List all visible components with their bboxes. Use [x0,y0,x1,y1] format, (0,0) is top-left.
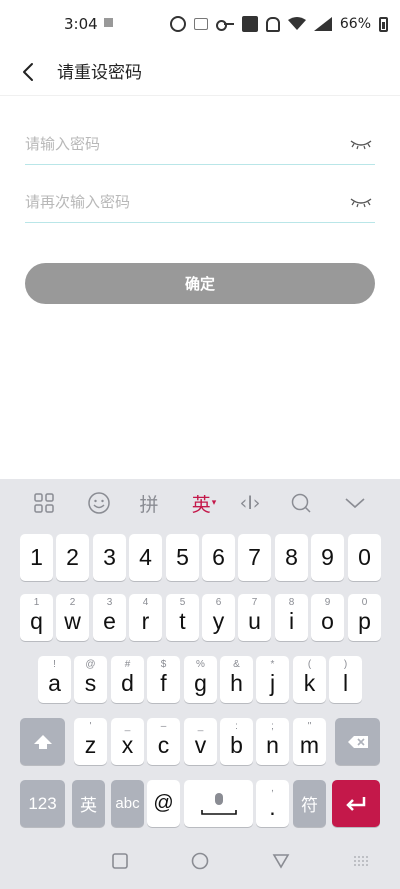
keyboard-toolbar: 拼 英 ▾ ‹I› [0,479,400,527]
keyboard-switch-icon[interactable] [352,851,372,871]
key-z[interactable]: ' z [74,718,107,765]
back-button[interactable] [12,54,48,90]
key-a[interactable]: ! a [38,656,71,703]
eye-closed-icon[interactable] [349,137,373,151]
password-input[interactable] [25,125,335,163]
key-w[interactable]: 2w [56,594,89,641]
eye-closed-icon[interactable] [349,195,373,209]
key-4[interactable]: 4 [129,534,162,581]
system-nav-bar [0,837,400,889]
key-7[interactable]: 7 [238,534,271,581]
key-t[interactable]: 5t [166,594,199,641]
recent-apps-icon[interactable] [110,851,130,871]
symbols-key[interactable]: 符 [293,780,326,827]
alarm-icon [169,16,186,32]
key-1[interactable]: 1 [20,534,53,581]
key-period[interactable]: ,. [256,780,289,827]
key-k[interactable]: (k [293,656,326,703]
wifi-icon [287,17,306,30]
triangle-down-icon: ▾ [211,498,217,508]
key-d[interactable]: # d [111,656,144,703]
confirm-button[interactable]: 确定 [25,263,375,304]
delete-key[interactable] [335,718,380,765]
key-5[interactable]: 5 [166,534,199,581]
status-bar: 3:04 66% [0,0,400,48]
home-icon[interactable] [190,851,210,871]
chevron-down-icon[interactable] [338,487,372,519]
key-3[interactable]: 3 [93,534,126,581]
sim-icon [193,18,208,30]
status-icons: 66% [169,13,388,35]
key-8[interactable]: 8 [275,534,308,581]
volte-icon [241,16,258,32]
mute-icon [265,16,280,32]
emoji-icon[interactable] [82,487,116,519]
key-v[interactable]: _ v [184,718,217,765]
english-mode[interactable]: 英 ▾ [186,487,222,519]
key-o[interactable]: 9o [311,594,344,641]
key-6[interactable]: 6 [202,534,235,581]
search-icon[interactable] [284,487,318,519]
page-title: 请重设密码 [57,63,142,83]
key-m[interactable]: " m [293,718,326,765]
key-q[interactable]: 1q [20,594,53,641]
microphone-icon [200,792,237,815]
chevron-left-icon [23,63,33,81]
key-f[interactable]: $ f [147,656,180,703]
language-key[interactable]: 英 [72,780,105,827]
grid-icon[interactable] [27,487,61,519]
shift-key[interactable] [20,718,65,765]
soft-keyboard: 拼 英 ▾ ‹I› 1 2 3 4 5 6 7 8 9 0 1q 2w 3e 4r… [0,479,400,889]
key-y[interactable]: 6y [202,594,235,641]
key-icon [215,19,234,31]
key-l[interactable]: ) l [329,656,362,703]
key-0[interactable]: 0 [348,534,381,581]
key-r[interactable]: 4r [129,594,162,641]
key-g[interactable]: % g [184,656,217,703]
key-2[interactable]: 2 [56,534,89,581]
key-s[interactable]: @ s [74,656,107,703]
shift-icon [33,734,52,749]
english-mode-label: 英 [191,493,211,516]
numbers-key[interactable]: 123 [20,780,65,827]
space-key[interactable] [184,780,253,827]
key-i[interactable]: 8i [275,594,308,641]
signal-icon [313,17,332,31]
battery-icon [379,16,388,32]
key-at[interactable]: @ [147,780,180,827]
key-u[interactable]: 7u [238,594,271,641]
confirm-password-field [25,183,375,223]
back-nav-icon[interactable] [271,851,291,871]
confirm-password-input[interactable] [25,183,335,221]
key-p[interactable]: 0p [348,594,381,641]
enter-key[interactable] [332,780,380,827]
pinyin-mode[interactable]: 拼 [132,487,166,519]
key-c[interactable]: – c [147,718,180,765]
battery-percent: 66% [339,16,371,32]
notification-icon [104,18,113,27]
key-h[interactable]: & h [220,656,253,703]
key-e[interactable]: 3e [93,594,126,641]
header: 请重设密码 [0,48,400,96]
abc-key[interactable]: abc [111,780,144,827]
key-x[interactable]: _ x [111,718,144,765]
backspace-icon [347,735,368,748]
status-time: 3:04 [64,15,98,33]
key-n[interactable]: ; n [256,718,289,765]
key-b[interactable]: :b [220,718,253,765]
cursor-mode[interactable]: ‹I› [233,487,267,519]
enter-icon [346,796,366,811]
key-9[interactable]: 9 [311,534,344,581]
password-field [25,125,375,165]
key-j[interactable]: * j [256,656,289,703]
